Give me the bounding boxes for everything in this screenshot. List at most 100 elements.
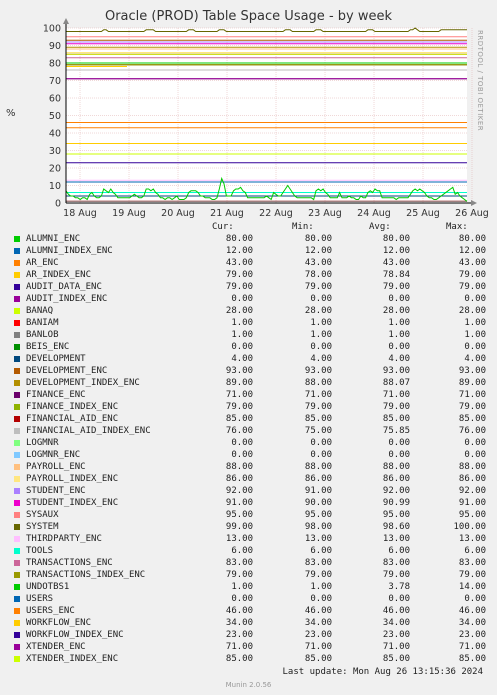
legend-min-value: 12.00 xyxy=(304,246,332,256)
legend-swatch xyxy=(14,548,20,554)
legend-swatch xyxy=(14,596,20,602)
legend-swatch xyxy=(14,560,20,566)
legend-swatch xyxy=(14,404,20,410)
legend-min-value: 0.00 xyxy=(310,294,332,304)
legend-cur-value: 89.00 xyxy=(225,378,253,388)
legend-cur-value: 6.00 xyxy=(231,546,253,556)
legend-avg-value: 85.00 xyxy=(382,654,410,664)
legend-swatch xyxy=(14,368,20,374)
legend-avg-value: 71.00 xyxy=(382,642,410,652)
legend-min-value: 1.00 xyxy=(310,582,332,592)
legend-avg-value: 1.00 xyxy=(388,330,410,340)
legend-cur-value: 79.00 xyxy=(225,570,253,580)
legend-swatch xyxy=(14,236,20,242)
legend-row: FINANCE_ENC 71.00 71.00 71.00 71.00 xyxy=(12,390,492,402)
y-tick-label: 60 xyxy=(49,94,61,105)
y-tick-label: 30 xyxy=(49,146,61,157)
y-tick-label: 80 xyxy=(49,59,61,70)
legend-avg-value: 92.00 xyxy=(382,486,410,496)
legend-min-value: 78.00 xyxy=(304,270,332,280)
legend-row: DEVELOPMENT_INDEX_ENC 89.00 88.00 88.07 89.0… xyxy=(12,378,492,390)
legend-max-value: 89.00 xyxy=(458,378,486,388)
legend-cur-value: 71.00 xyxy=(225,642,253,652)
legend-avg-value: 6.00 xyxy=(388,546,410,556)
legend-min-value: 0.00 xyxy=(310,450,332,460)
x-tick-label: 25 Aug xyxy=(406,208,440,219)
x-tick-label: 19 Aug xyxy=(112,208,146,219)
legend-row: PAYROLL_ENC 88.00 88.00 88.00 88.00 xyxy=(12,462,492,474)
legend-max-value: 76.00 xyxy=(458,426,486,436)
legend-avg-value: 43.00 xyxy=(382,258,410,268)
legend-row: FINANCE_INDEX_ENC 79.00 79.00 79.00 79.00 xyxy=(12,402,492,414)
legend-series-name: DEVELOPMENT_ENC xyxy=(26,366,108,376)
header-avg: Avg: xyxy=(369,222,391,232)
legend-series-name: AUDIT_INDEX_ENC xyxy=(26,294,108,304)
legend-min-value: 79.00 xyxy=(304,570,332,580)
legend-max-value: 79.00 xyxy=(458,402,486,412)
legend-min-value: 1.00 xyxy=(310,330,332,340)
legend-avg-value: 98.60 xyxy=(382,522,410,532)
legend-avg-value: 46.00 xyxy=(382,606,410,616)
legend-series-name: AR_ENC xyxy=(26,258,59,268)
legend-avg-value: 28.00 xyxy=(382,306,410,316)
legend-cur-value: 1.00 xyxy=(231,330,253,340)
legend-max-value: 14.00 xyxy=(458,582,486,592)
legend-swatch xyxy=(14,284,20,290)
legend-cur-value: 0.00 xyxy=(231,594,253,604)
legend-min-value: 46.00 xyxy=(304,606,332,616)
legend-cur-value: 99.00 xyxy=(225,522,253,532)
legend-max-value: 92.00 xyxy=(458,486,486,496)
legend-min-value: 93.00 xyxy=(304,366,332,376)
legend-swatch xyxy=(14,632,20,638)
legend-min-value: 6.00 xyxy=(310,546,332,556)
legend-avg-value: 79.00 xyxy=(382,570,410,580)
legend-min-value: 79.00 xyxy=(304,282,332,292)
legend-min-value: 95.00 xyxy=(304,510,332,520)
legend-swatch xyxy=(14,500,20,506)
legend-avg-value: 0.00 xyxy=(388,594,410,604)
legend-swatch xyxy=(14,572,20,578)
legend-avg-value: 86.00 xyxy=(382,474,410,484)
legend-min-value: 71.00 xyxy=(304,642,332,652)
y-tick-label: 20 xyxy=(49,164,61,175)
header-min: Min: xyxy=(292,222,314,232)
legend-series-name: PAYROLL_INDEX_ENC xyxy=(26,474,119,484)
legend-min-value: 1.00 xyxy=(310,318,332,328)
x-tick-label: 20 Aug xyxy=(161,208,195,219)
x-tick-label: 18 Aug xyxy=(63,208,97,219)
legend-swatch xyxy=(14,416,20,422)
legend-row: TOOLS 6.00 6.00 6.00 6.00 xyxy=(12,546,492,558)
legend-min-value: 86.00 xyxy=(304,474,332,484)
x-axis-arrow xyxy=(471,200,477,206)
legend-swatch xyxy=(14,260,20,266)
legend-cur-value: 85.00 xyxy=(225,414,253,424)
legend-cur-value: 79.00 xyxy=(225,282,253,292)
legend-cur-value: 79.00 xyxy=(225,270,253,280)
legend-avg-value: 88.00 xyxy=(382,462,410,472)
legend-series-name: LOGMNR_ENC xyxy=(26,450,81,460)
legend-max-value: 80.00 xyxy=(458,234,486,244)
legend-row: AUDIT_DATA_ENC 79.00 79.00 79.00 79.00 xyxy=(12,282,492,294)
legend-cur-value: 12.00 xyxy=(225,246,253,256)
legend-avg-value: 3.78 xyxy=(388,582,410,592)
legend-series-name: TRANSACTIONS_INDEX_ENC xyxy=(26,570,146,580)
legend-series-name: AR_INDEX_ENC xyxy=(26,270,92,280)
legend-min-value: 88.00 xyxy=(304,378,332,388)
legend-series-name: ALUMNI_INDEX_ENC xyxy=(26,246,113,256)
legend-avg-value: 93.00 xyxy=(382,366,410,376)
legend-row: DEVELOPMENT_ENC 93.00 93.00 93.00 93.00 xyxy=(12,366,492,378)
legend-min-value: 79.00 xyxy=(304,402,332,412)
y-axis-arrow xyxy=(63,18,69,24)
legend-row: ALUMNI_INDEX_ENC 12.00 12.00 12.00 12.00 xyxy=(12,246,492,258)
legend-swatch xyxy=(14,248,20,254)
legend-series-name: AUDIT_DATA_ENC xyxy=(26,282,102,292)
legend-series-name: FINANCIAL_AID_ENC xyxy=(26,414,119,424)
legend-cur-value: 43.00 xyxy=(225,258,253,268)
legend-min-value: 0.00 xyxy=(310,342,332,352)
y-tick-label: 100 xyxy=(43,24,61,35)
legend-series-name: BEIS_ENC xyxy=(26,342,70,352)
y-tick-label: 90 xyxy=(49,41,61,52)
legend-row: USERS_ENC 46.00 46.00 46.00 46.00 xyxy=(12,606,492,618)
legend-swatch xyxy=(14,428,20,434)
legend-swatch xyxy=(14,344,20,350)
